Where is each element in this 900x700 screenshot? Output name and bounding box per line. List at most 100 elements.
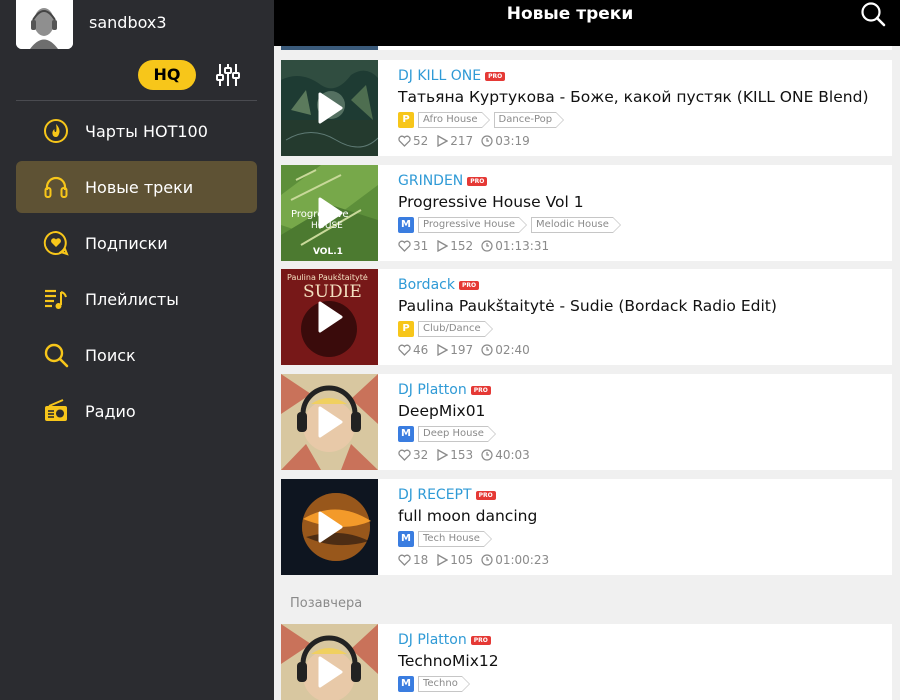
plays-count: 105 <box>450 553 474 567</box>
likes-count: 31 <box>413 239 429 253</box>
plays-icon <box>437 554 449 566</box>
plays-count: 217 <box>450 134 474 148</box>
avatar-icon <box>16 0 73 49</box>
track-title[interactable]: Progressive House Vol 1 <box>398 193 584 211</box>
username: sandbox3 <box>89 13 167 32</box>
date-section-label: Позавчера <box>290 596 363 611</box>
track-row[interactable]: DJ Platton PRO DeepMix01 M Deep House 32… <box>281 374 892 470</box>
pro-badge: PRO <box>475 490 496 500</box>
likes-count: 46 <box>413 343 429 357</box>
track-row[interactable]: DJ KILL ONE PRO Татьяна Куртукова - Боже… <box>281 60 892 156</box>
artist-link[interactable]: GRINDEN <box>398 173 463 189</box>
track-title[interactable]: Paulina Paukštaitytė - Sudie (Bordack Ra… <box>398 297 777 315</box>
sidebar-item-label: Поиск <box>85 345 136 365</box>
pro-badge: PRO <box>485 71 506 81</box>
heart-icon[interactable] <box>398 135 411 147</box>
plays-icon <box>437 449 449 461</box>
genre-tag[interactable]: Tech House <box>418 531 492 547</box>
genre-tag[interactable]: Melodic House <box>531 217 621 233</box>
play-icon[interactable] <box>317 197 343 229</box>
quality-badge: M <box>398 676 414 692</box>
equalizer-icon[interactable] <box>214 60 242 90</box>
pro-badge: PRO <box>467 176 488 186</box>
hq-toggle-button[interactable]: HQ <box>138 60 196 90</box>
genre-tag[interactable]: Afro House <box>418 112 490 128</box>
genre-tag[interactable]: Dance-Pop <box>493 112 564 128</box>
playlist-icon <box>42 285 70 313</box>
play-icon[interactable] <box>317 656 343 688</box>
clock-icon <box>481 344 493 356</box>
track-title[interactable]: Татьяна Куртукова - Боже, какой пустяк (… <box>398 88 869 106</box>
top-bar: Новые треки <box>274 0 900 46</box>
plays-count: 153 <box>450 448 474 462</box>
sidebar: sandbox3 HQ Чарты HOT100 Новые треки Под… <box>0 0 274 700</box>
pro-badge: PRO <box>470 385 491 395</box>
heart-bubble-icon <box>42 229 70 257</box>
heart-icon[interactable] <box>398 344 411 356</box>
pro-badge: PRO <box>458 280 480 290</box>
likes-count: 32 <box>413 448 429 462</box>
heart-icon[interactable] <box>398 240 411 252</box>
cover-image <box>281 46 378 50</box>
artist-link[interactable]: DJ Platton <box>398 632 467 648</box>
quality-badge: P <box>398 112 414 128</box>
cover-text: SUDIE <box>303 282 362 302</box>
heart-icon[interactable] <box>398 449 411 461</box>
fire-icon <box>42 117 70 145</box>
quality-badge: M <box>398 217 414 233</box>
pro-badge: PRO <box>470 635 491 645</box>
cover-text: Paulina Paukštaitytė <box>287 272 368 282</box>
plays-icon <box>437 240 449 252</box>
avatar[interactable] <box>16 0 73 49</box>
sidebar-item-charts[interactable]: Чарты HOT100 <box>16 105 257 157</box>
play-icon[interactable] <box>317 511 343 543</box>
sidebar-divider <box>16 100 257 101</box>
radio-icon <box>42 397 70 425</box>
sidebar-item-label: Новые треки <box>85 177 194 197</box>
sidebar-item-playlists[interactable]: Плейлисты <box>16 273 257 325</box>
sidebar-item-search[interactable]: Поиск <box>16 329 257 381</box>
play-icon[interactable] <box>317 92 343 124</box>
artist-link[interactable]: DJ RECEPT <box>398 487 472 503</box>
genre-tag[interactable]: Deep House <box>418 426 496 442</box>
sidebar-item-new-tracks[interactable]: Новые треки <box>16 161 257 213</box>
track-row[interactable]: DJ RECEPT PRO full moon dancing M Tech H… <box>281 479 892 575</box>
genre-tag[interactable]: Club/Dance <box>418 321 493 337</box>
clock-icon <box>481 554 493 566</box>
likes-count: 52 <box>413 134 429 148</box>
duration: 40:03 <box>495 448 530 462</box>
sidebar-item-label: Радио <box>85 401 136 421</box>
track-title[interactable]: DeepMix01 <box>398 402 485 420</box>
likes-count: 18 <box>413 553 429 567</box>
quality-badge: M <box>398 426 414 442</box>
artist-link[interactable]: Bordack <box>398 277 455 293</box>
plays-icon <box>437 135 449 147</box>
sidebar-item-subscriptions[interactable]: Подписки <box>16 217 257 269</box>
play-icon[interactable] <box>317 301 343 333</box>
track-row[interactable]: Progressive HOUSE VOL.1 GRINDEN PRO Prog… <box>281 165 892 261</box>
sidebar-item-label: Подписки <box>85 233 168 253</box>
heart-icon[interactable] <box>398 554 411 566</box>
track-title[interactable]: full moon dancing <box>398 507 537 525</box>
headphones-icon <box>42 173 70 201</box>
search-icon[interactable] <box>860 1 886 27</box>
search-icon <box>42 341 70 369</box>
plays-count: 197 <box>450 343 474 357</box>
track-title[interactable]: TechnoMix12 <box>398 652 499 670</box>
artist-link[interactable]: DJ Platton <box>398 382 467 398</box>
artist-link[interactable]: DJ KILL ONE <box>398 68 481 84</box>
track-row[interactable]: DJ Platton PRO TechnoMix12 M Techno <box>281 624 892 700</box>
duration: 01:00:23 <box>495 553 550 567</box>
track-row[interactable]: Paulina Paukštaitytė SUDIE Bordack PRO P… <box>281 269 892 365</box>
sidebar-item-radio[interactable]: Радио <box>16 385 257 437</box>
play-icon[interactable] <box>317 406 343 438</box>
duration: 02:40 <box>495 343 530 357</box>
plays-count: 152 <box>450 239 474 253</box>
sidebar-item-label: Чарты HOT100 <box>85 121 208 141</box>
clock-icon <box>481 240 493 252</box>
sidebar-item-label: Плейлисты <box>85 289 179 309</box>
quality-badge: M <box>398 531 414 547</box>
genre-tag[interactable]: Progressive House <box>418 217 528 233</box>
duration: 01:13:31 <box>495 239 550 253</box>
genre-tag[interactable]: Techno <box>418 676 470 692</box>
